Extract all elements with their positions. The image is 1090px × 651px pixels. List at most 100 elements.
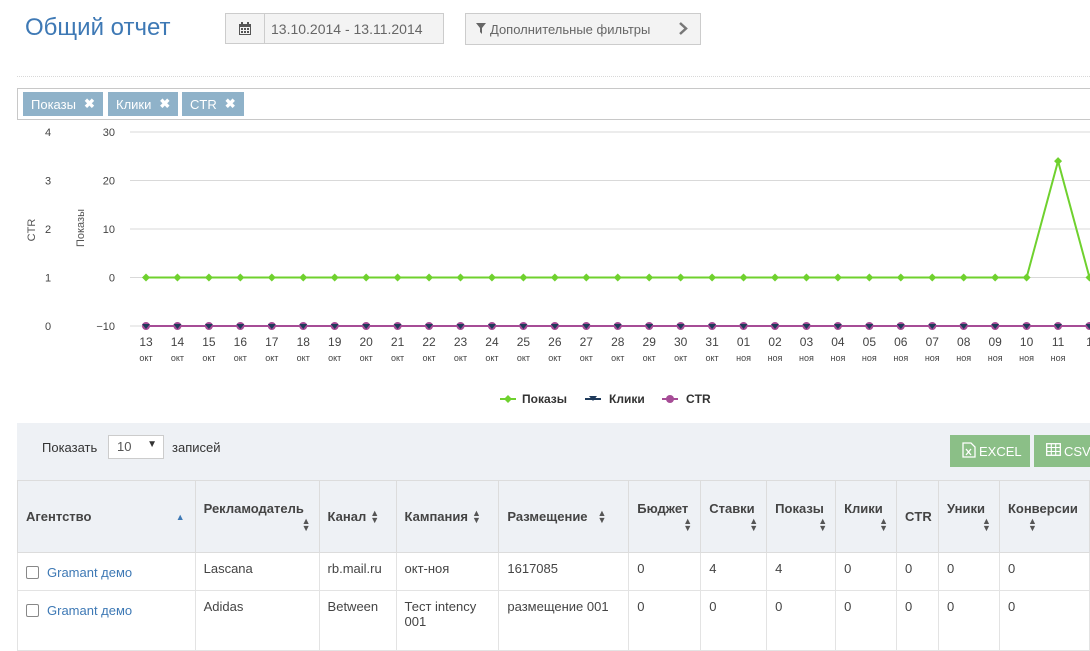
data-point-shows [865,274,873,282]
table-cell: 0 [629,553,701,591]
table-row[interactable]: Gramant демо Adidas Between Тест intency… [18,591,1090,651]
x-tick-label-day: 28 [611,335,625,349]
column-header-advertiser[interactable]: Рекламодатель ▲▼ [195,481,319,553]
filter-icon [476,22,486,37]
x-tick-label-month: окт [674,353,687,363]
x-tick-label-day: 01 [737,335,751,349]
export-csv-label: CSV [1064,444,1090,459]
column-header-channel[interactable]: Канал▲▼ [319,481,396,553]
tag-label: Показы [31,97,76,112]
data-point-shows [834,274,842,282]
x-tick-label-day: 16 [234,335,248,349]
data-point-shows [708,274,716,282]
x-tick-label-day: 15 [202,335,216,349]
data-point-shows [614,274,622,282]
column-header-uniques[interactable]: Уники ▲▼ [939,481,1000,553]
x-tick-label-month: окт [611,353,624,363]
x-tick-label-day: 19 [328,335,342,349]
tag-shows: Показы ✖ [23,92,103,116]
page-title: Общий отчет [25,14,171,42]
column-header-budget[interactable]: Бюджет ▲▼ [629,481,701,553]
remove-tag-icon[interactable]: ✖ [159,96,170,112]
y-tick-label-ctr: 4 [45,127,51,139]
x-tick-label-day: 31 [705,335,719,349]
sort-icon: ▲▼ [1008,518,1089,532]
column-header-agency[interactable]: Агентство ▲ [18,481,196,553]
excel-icon [962,442,976,461]
remove-tag-icon[interactable]: ✖ [225,96,236,112]
data-point-shows [1054,157,1062,165]
x-tick-label-month: окт [234,353,247,363]
column-header-campaign[interactable]: Кампания▲▼ [396,481,499,553]
agency-link[interactable]: Gramant демо [47,603,132,618]
table-row[interactable]: Gramant демо Lascana rb.mail.ru окт-ноя … [18,553,1090,591]
report-table: Агентство ▲ Рекламодатель ▲▼ Канал▲▼ Кам… [17,480,1090,651]
data-point-shows [771,274,779,282]
additional-filters-button[interactable]: Дополнительные фильтры [465,13,701,45]
x-tick-label-month: окт [485,353,498,363]
x-tick-label-month: окт [580,353,593,363]
data-point-shows [457,274,465,282]
calendar-icon[interactable] [226,14,265,43]
table-cell: окт-ноя [396,553,499,591]
table-cell: 0 [767,591,836,651]
legend-marker-ctr [666,395,674,403]
row-checkbox[interactable] [26,604,39,617]
table-icon [1046,443,1061,459]
column-header-conversions[interactable]: Конверсии ▲▼ [999,481,1089,553]
table-cell: Тест intency 001 [396,591,499,651]
x-tick-label-month: окт [360,353,373,363]
data-point-shows [645,274,653,282]
page-length-select[interactable]: 10 ▼ [108,435,164,459]
metric-tags-bar[interactable]: Показы ✖ Клики ✖ CTR ✖ [17,88,1090,120]
chevron-right-icon [679,22,688,38]
sort-icon: ▲▼ [775,518,835,532]
x-tick-label-day: 10 [1020,335,1034,349]
x-tick-label-month: ноя [988,353,1003,363]
remove-tag-icon[interactable]: ✖ [84,96,95,112]
agency-link[interactable]: Gramant демо [47,565,132,580]
x-tick-label-day: 24 [485,335,499,349]
date-range-picker[interactable]: 13.10.2014 - 13.11.2014 [225,13,444,44]
report-chart: 30420310201−100CTRПоказы13окт14окт15окт1… [0,122,1090,422]
x-tick-label-month: ноя [1051,353,1066,363]
x-tick-label-day: 25 [517,335,531,349]
x-tick-label-day: 30 [674,335,688,349]
caret-down-icon: ▼ [147,439,157,450]
date-range-value[interactable]: 13.10.2014 - 13.11.2014 [265,14,443,43]
column-header-shows[interactable]: Показы ▲▼ [767,481,836,553]
sort-icon: ▲▼ [709,518,766,532]
x-tick-label-day: 06 [894,335,908,349]
x-tick-label-day: 18 [297,335,311,349]
x-tick-label-month: окт [297,353,310,363]
y-axis-label-shows: Показы [75,209,87,247]
x-tick-label-day: 11 [1052,335,1065,349]
column-header-clicks[interactable]: Клики ▲▼ [836,481,897,553]
legend-label-shows: Показы [522,392,567,406]
data-point-shows [677,274,685,282]
table-cell: 1617085 [499,553,629,591]
x-tick-label-month: окт [706,353,719,363]
legend-marker-shows [504,395,512,403]
table-cell: 0 [836,591,897,651]
row-checkbox[interactable] [26,566,39,579]
additional-filters-label: Дополнительные фильтры [490,22,650,37]
column-header-placement[interactable]: Размещение▲▼ [499,481,629,553]
tag-label: Клики [116,97,151,112]
x-tick-label-month: ноя [1019,353,1034,363]
x-tick-label-month: окт [391,353,404,363]
table-cell: 0 [939,553,1000,591]
export-excel-button[interactable]: EXCEL [950,435,1030,467]
column-header-bids[interactable]: Ставки ▲▼ [701,481,767,553]
x-tick-label-day: 05 [863,335,877,349]
y-tick-label-shows: 10 [103,224,115,236]
table-cell: 0 [629,591,701,651]
x-tick-label-day: 08 [957,335,971,349]
x-tick-label-month: ноя [736,353,751,363]
x-tick-label-month: ноя [893,353,908,363]
x-tick-label-month: окт [517,353,530,363]
column-header-ctr[interactable]: CTR [897,481,939,553]
export-csv-button[interactable]: CSV [1034,435,1090,467]
sort-icon: ▲▼ [947,518,999,532]
x-tick-label-month: ноя [956,353,971,363]
